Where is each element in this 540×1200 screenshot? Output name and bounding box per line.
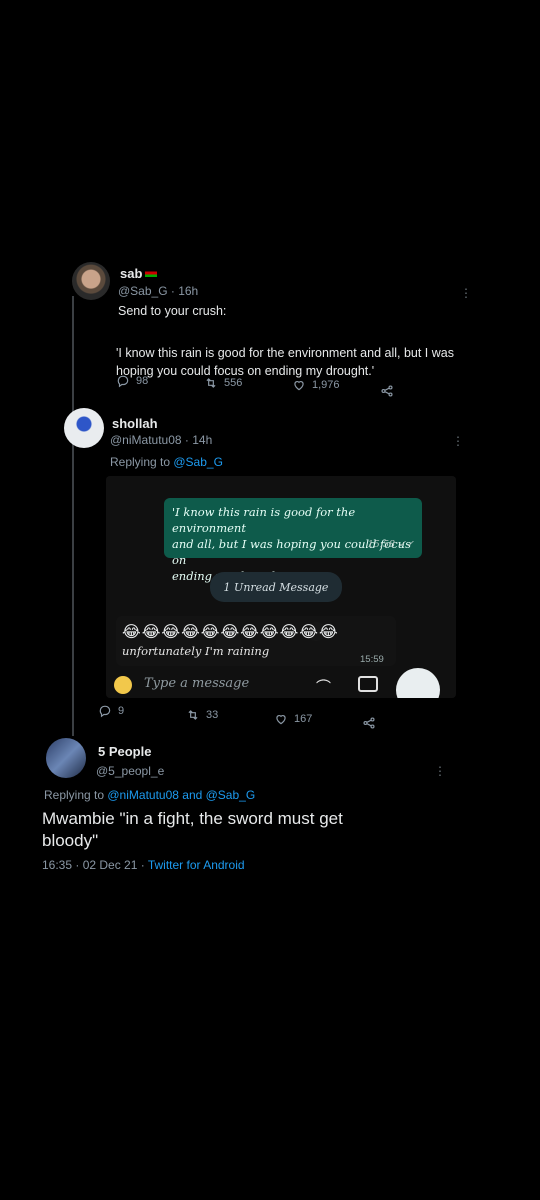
tweet-timestamp: 16:35 · 02 Dec 21 · xyxy=(42,858,148,872)
replying-to-handles[interactable]: @niMatutu08 and @Sab_G xyxy=(107,788,255,802)
replying-to: Replying to @niMatutu08 and @Sab_G xyxy=(44,788,255,802)
author-handle[interactable]: @5_peopl_e xyxy=(96,764,164,778)
author-name[interactable]: 5 People xyxy=(98,744,151,759)
avatar[interactable] xyxy=(46,738,86,778)
tweet-text-line-2: bloody" xyxy=(42,831,99,850)
tweet-5-people[interactable]: 5 People @5_peopl_e ⋮ Replying to @niMat… xyxy=(0,0,540,900)
tweet-meta: 16:35 · 02 Dec 21 · Twitter for Android xyxy=(42,858,245,872)
replying-to-prefix: Replying to xyxy=(44,788,108,802)
tweet-text-line-1: Mwambie "in a fight, the sword must get xyxy=(42,809,343,828)
tweet-source-link[interactable]: Twitter for Android xyxy=(148,858,245,872)
more-options-icon[interactable]: ⋮ xyxy=(434,764,446,778)
